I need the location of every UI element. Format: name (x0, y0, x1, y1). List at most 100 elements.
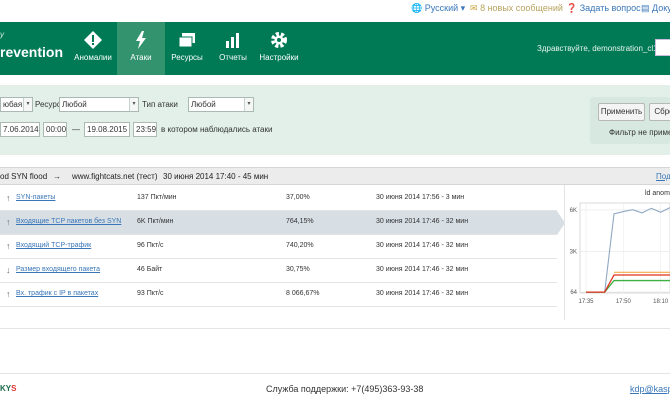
metric-time: 30 июня 2014 17:56 - 3 мин (376, 194, 465, 201)
nav-anomalies[interactable]: Аномалии (69, 22, 117, 75)
arrow-down-icon: ↓ (6, 265, 11, 275)
chevron-down-icon: ▾ (244, 98, 253, 111)
date-to-input[interactable]: 19.08.2015 (84, 122, 130, 137)
arrow-right-icon: → (53, 172, 61, 181)
metric-time: 30 июня 2014 17:46 - 32 мин (376, 266, 469, 273)
plot-frame (579, 202, 670, 294)
nav-label: Отчеты (219, 53, 247, 62)
period-label: в котором наблюдались атаки (161, 125, 273, 134)
metric-percent: 30,75% (286, 266, 310, 273)
question-icon: ❓ (566, 3, 578, 13)
footer-divider (0, 373, 670, 374)
date-range-dash: — (72, 125, 80, 134)
metric-percent: 764,15% (286, 218, 314, 225)
date-to-value: 19.08.2015 (87, 125, 128, 134)
metric-value: 137 Пкт/мин (137, 194, 177, 201)
y-tick-label: 6K (570, 208, 577, 214)
top-utility-bar: 🌐 Русский ▾ ✉ 8 новых сообщений ❓ Задать… (0, 0, 670, 22)
messages-label: 8 новых сообщений (480, 3, 563, 13)
nav-label: Настройки (259, 53, 299, 62)
nav-resources[interactable]: Ресурсы (163, 22, 211, 75)
table-row[interactable]: ↑ SYN-пакеты 137 Пкт/мин 37,00% 30 июня … (0, 187, 557, 211)
metric-value: 46 Байт (137, 266, 163, 273)
table-row[interactable]: ↑ Входящий TCP-трафик 96 Пкт/с 740,20% 3… (0, 235, 557, 259)
folders-icon (178, 33, 195, 48)
documentation-link[interactable]: ▤ Доку (641, 3, 670, 14)
messages-link[interactable]: ✉ 8 новых сообщений (470, 3, 563, 14)
nav-label: Атаки (130, 53, 152, 62)
nav-label: Аномалии (74, 53, 112, 62)
attack-type-label: Тип атаки (142, 100, 178, 109)
arrow-up-icon: ↑ (6, 241, 11, 251)
footer-logo-mark: S (11, 384, 17, 393)
chevron-down-icon: ▾ (129, 98, 138, 111)
support-email-link[interactable]: kdp@kasp (630, 384, 670, 394)
attack-type-select[interactable]: Любой ▾ (188, 97, 254, 112)
table-row-selected[interactable]: ↑ Входящие TCP пакетов без SYN 6K Пкт/ми… (0, 211, 565, 235)
globe-icon: 🌐 (411, 3, 423, 13)
logo-subtitle: y (0, 30, 4, 39)
ask-question-label: Задать вопрос (579, 3, 641, 13)
filter-panel (0, 85, 670, 155)
metric-time: 30 июня 2014 17:46 - 32 мин (376, 218, 469, 225)
metric-link[interactable]: Входящий TCP-трафик (16, 242, 91, 249)
arrow-up-icon: ↑ (6, 217, 11, 227)
footer-divider (0, 328, 670, 329)
attack-heading-row: od SYN flood → www.fightcats.net (тест) … (0, 167, 670, 185)
warning-diamond-icon (84, 31, 102, 49)
metric-link[interactable]: Вх. трафик с IP в пакетах (16, 290, 98, 297)
attack-type-select-value: Любой (191, 100, 216, 109)
metric-percent: 8 066,67% (286, 290, 320, 297)
envelope-icon: ✉ (470, 3, 478, 13)
language-selector[interactable]: 🌐 Русский ▾ (411, 3, 465, 14)
metric-link[interactable]: Размер входящего пакета (16, 266, 100, 273)
reset-button[interactable]: Сбро (649, 103, 670, 121)
nav-settings[interactable]: Настройки (255, 22, 303, 75)
nav-reports[interactable]: Отчеты (209, 22, 257, 75)
language-label: Русский (424, 3, 459, 13)
metric-percent: 740,20% (286, 242, 314, 249)
nav-label: Ресурсы (171, 53, 203, 62)
main-header: y revention Аномалии Атаки Ресурсы Отчет… (0, 22, 670, 75)
time-from-input[interactable]: 00:00 (43, 122, 67, 137)
ask-question-link[interactable]: ❓ Задать вопрос (566, 3, 641, 14)
y-tick-label: 64 (570, 290, 577, 296)
chevron-down-icon: ▾ (460, 3, 466, 13)
table-row[interactable]: ↓ Размер входящего пакета 46 Байт 30,75%… (0, 259, 557, 283)
filter-status-note: Фильтр не приме (609, 128, 670, 137)
anomaly-chart: 6K 3K 6417:35 17:50 18:10 (570, 202, 670, 305)
metric-link[interactable]: SYN-пакеты (16, 194, 55, 201)
bar-chart-icon (226, 33, 239, 48)
metric-value: 6K Пкт/мин (137, 218, 174, 225)
arrow-up-icon: ↑ (6, 193, 11, 203)
resource-label: Ресурс (35, 100, 61, 109)
x-tick-label: 17:35 (578, 299, 594, 305)
footer-logo-text: KY (0, 384, 12, 393)
documentation-label: Доку (652, 3, 670, 13)
metric-percent: 37,00% (286, 194, 310, 201)
metric-time: 30 июня 2014 17:46 - 32 мин (376, 290, 469, 297)
time-from-value: 00:00 (46, 125, 67, 134)
product-logo[interactable]: revention (0, 44, 63, 60)
date-from-input[interactable]: 7.06.2014 (0, 122, 40, 137)
type-select[interactable]: юбая ▾ (0, 97, 33, 112)
time-to-input[interactable]: 23:59 (133, 122, 157, 137)
x-tick-label: 17:50 (616, 299, 632, 305)
nav-attacks[interactable]: Атаки (117, 22, 165, 75)
table-row[interactable]: ↑ Вх. трафик с IP в пакетах 93 Пкт/с 8 0… (0, 283, 557, 307)
footer-logo: KYS (0, 384, 16, 393)
attack-name: od SYN flood (0, 172, 48, 181)
date-from-value: 7.06.2014 (3, 125, 39, 134)
support-phone: Служба поддержки: +7(495)363-93-38 (266, 384, 424, 394)
document-icon: ▤ (641, 3, 650, 13)
resource-select-value: Любой (62, 100, 87, 109)
header-search-input[interactable] (655, 39, 670, 56)
details-link[interactable]: Под (656, 172, 670, 181)
x-tick-label: 18:10 (653, 299, 669, 305)
apply-button[interactable]: Применить (598, 103, 645, 121)
chevron-down-icon: ▾ (23, 98, 32, 111)
metric-time: 30 июня 2014 17:46 - 32 мин (376, 242, 469, 249)
resource-select[interactable]: Любой ▾ (59, 97, 139, 112)
gear-icon (271, 32, 287, 48)
metric-link[interactable]: Входящие TCP пакетов без SYN (16, 218, 121, 225)
